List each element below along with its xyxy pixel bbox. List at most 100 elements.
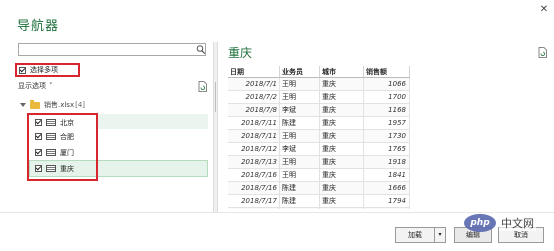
table-cell: 王明: [280, 91, 320, 103]
workbook-count: [4]: [75, 101, 86, 109]
table-cell: 2018/7/12: [228, 143, 280, 155]
table-cell: 1957: [364, 117, 410, 129]
table-row: 2018/7/2 王明 重庆 1700: [228, 91, 410, 104]
table-row: 2018/7/18陈建重庆1365: [228, 208, 410, 209]
workbook-name: 销售.xlsx: [44, 101, 75, 109]
table-sheet-icon: [46, 165, 56, 172]
table-sheet-icon: [46, 133, 56, 140]
table-cell: 陈建: [280, 195, 320, 207]
sheet-item-label: 厦门: [60, 148, 74, 157]
column-header: 业务员: [280, 66, 320, 77]
folder-icon: [30, 99, 40, 109]
close-icon[interactable]: ✕: [538, 4, 550, 16]
column-header: 城市: [320, 66, 364, 77]
table-body: 2018/7/1 王明 重庆 1066 2018/7/2 王明 重庆 1700 2018/7/8…: [228, 78, 410, 209]
load-button[interactable]: 加载: [395, 227, 435, 243]
refresh-preview-icon[interactable]: [538, 47, 547, 58]
table-cell: 1841: [364, 169, 410, 181]
table-cell: 李斌: [280, 143, 320, 155]
table-cell: 1666: [364, 182, 410, 194]
table-row: 2018/7/16 王明 重庆 1841: [228, 169, 410, 182]
sheet-item-label: 合肥: [60, 132, 74, 141]
table-row: 2018/7/16 陈建 重庆 1666: [228, 182, 410, 195]
table-cell: 2018/7/1: [228, 78, 280, 90]
search-icon[interactable]: [196, 44, 206, 55]
preview-title: 重庆: [228, 46, 253, 60]
expand-triangle-icon[interactable]: [20, 103, 26, 107]
table-cell: 重庆: [320, 156, 364, 168]
table-cell: 2018/7/13: [228, 156, 280, 168]
table-row: 2018/7/1 王明 重庆 1066: [228, 78, 410, 91]
table-row: 2018/7/17 陈建 重庆 1794: [228, 195, 410, 208]
column-header: 销售额: [364, 66, 410, 77]
table-cell: 1365: [364, 208, 410, 209]
table-row: 2018/7/13 王明 重庆 1918: [228, 156, 410, 169]
sheet-item-label: 重庆: [60, 164, 74, 173]
table-sheet-icon: [46, 149, 56, 156]
row-hover-highlight: [98, 114, 208, 129]
sheet-checkbox[interactable]: [35, 133, 42, 140]
table-cell: 重庆: [320, 143, 364, 155]
table-row: 2018/7/12 李斌 重庆 1765: [228, 143, 410, 156]
table-cell: 1066: [364, 78, 410, 90]
table-cell: 陈建: [280, 117, 320, 129]
table-cell: 1765: [364, 143, 410, 155]
table-cell: 2018/7/18: [228, 208, 280, 209]
sheet-list: 北京 合肥 厦门 重庆: [27, 113, 98, 181]
table-cell: 1730: [364, 130, 410, 142]
sheet-item-xiamen[interactable]: 厦门: [35, 146, 74, 159]
chevron-down-icon: ˅: [49, 82, 53, 90]
sheet-checkbox[interactable]: [35, 119, 42, 126]
table-cell: 1794: [364, 195, 410, 207]
load-dropdown-button[interactable]: ▾: [434, 227, 446, 243]
table-cell: 重庆: [320, 117, 364, 129]
table-cell: 重庆: [320, 91, 364, 103]
table-cell: 陈建: [280, 208, 320, 209]
multi-select-checkbox[interactable]: [19, 66, 26, 74]
table-sheet-icon: [46, 119, 56, 126]
watermark-logo: php: [464, 214, 496, 232]
sheet-item-chongqing[interactable]: 重庆: [35, 162, 74, 175]
table-cell: 重庆: [320, 182, 364, 194]
table-cell: 2018/7/2: [228, 91, 280, 103]
table-cell: 重庆: [320, 195, 364, 207]
table-row: 2018/7/11 陈建 重庆 1957: [228, 117, 410, 130]
table-cell: 重庆: [320, 208, 364, 209]
table-cell: 2018/7/17: [228, 195, 280, 207]
table-cell: 2018/7/16: [228, 169, 280, 181]
search-input[interactable]: [18, 43, 206, 56]
table-cell: 陈建: [280, 182, 320, 194]
display-options-menu[interactable]: 显示选项 ˅: [18, 81, 53, 91]
table-cell: 重庆: [320, 78, 364, 90]
display-options-label: 显示选项: [18, 82, 46, 90]
table-cell: 重庆: [320, 169, 364, 181]
table-cell: 李斌: [280, 104, 320, 116]
table-row: 2018/7/11 王明 重庆 1730: [228, 130, 410, 143]
table-row: 2018/7/8 李斌 重庆 1168: [228, 104, 410, 117]
sheet-checkbox[interactable]: [35, 149, 42, 156]
watermark-text: 中文网: [499, 215, 536, 231]
sheet-item-hefei[interactable]: 合肥: [35, 130, 74, 143]
sheet-checkbox[interactable]: [35, 165, 42, 172]
table-cell: 王明: [280, 78, 320, 90]
tree-root-workbook[interactable]: 销售.xlsx [4]: [20, 99, 86, 110]
table-cell: 1918: [364, 156, 410, 168]
sheet-item-beijing[interactable]: 北京: [35, 116, 74, 129]
table-cell: 1168: [364, 104, 410, 116]
table-cell: 王明: [280, 130, 320, 142]
table-header: 日期 业务员 城市 销售额: [228, 66, 410, 78]
multi-select-checkbox-row[interactable]: 选择多项: [15, 63, 80, 77]
table-cell: 2018/7/8: [228, 104, 280, 116]
table-cell: 王明: [280, 156, 320, 168]
refresh-file-icon[interactable]: [198, 81, 207, 92]
window-title: 导航器: [17, 19, 60, 34]
table-cell: 2018/7/16: [228, 182, 280, 194]
table-cell: 重庆: [320, 130, 364, 142]
table-cell: 1700: [364, 91, 410, 103]
pane-splitter[interactable]: [213, 42, 218, 212]
watermark: php 中文网: [464, 211, 536, 235]
table-cell: 2018/7/11: [228, 130, 280, 142]
multi-select-label: 选择多项: [30, 66, 58, 74]
table-cell: 2018/7/11: [228, 117, 280, 129]
column-header: 日期: [228, 66, 280, 77]
